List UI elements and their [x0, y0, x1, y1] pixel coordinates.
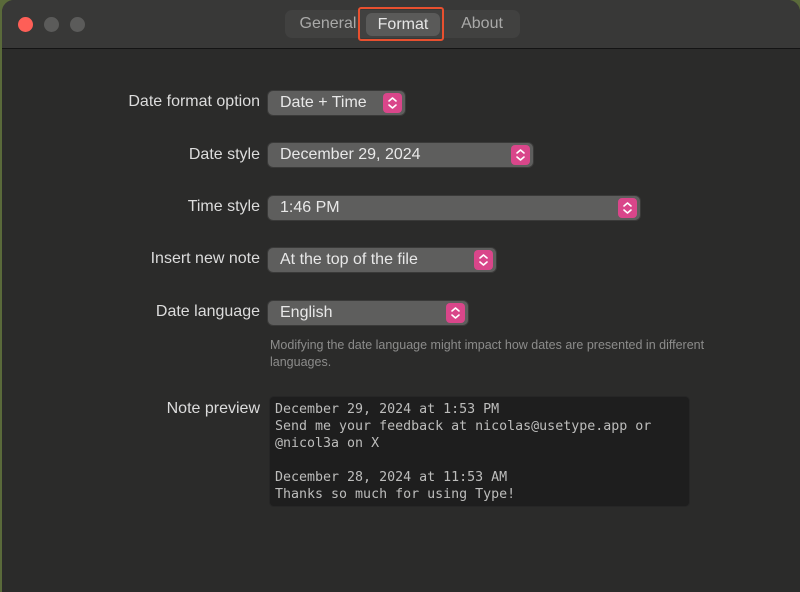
- up-down-chevron-icon: [474, 250, 493, 270]
- insert-new-note-value: At the top of the file: [280, 251, 418, 268]
- note-preview-text: December 29, 2024 at 1:53 PM Send me you…: [275, 402, 652, 502]
- time-style-value: 1:46 PM: [280, 199, 340, 216]
- date-format-option-select[interactable]: Date + Time: [268, 91, 405, 115]
- tab-general[interactable]: General: [291, 10, 365, 38]
- date-format-option-value: Date + Time: [280, 94, 367, 111]
- title-bar: General Format About: [2, 0, 800, 49]
- tab-about[interactable]: About: [445, 10, 519, 38]
- date-language-value: English: [280, 304, 333, 321]
- date-language-hint: Modifying the date language might impact…: [270, 338, 705, 369]
- insert-new-note-select[interactable]: At the top of the file: [268, 248, 496, 272]
- note-preview-label: Note preview: [166, 400, 260, 417]
- insert-new-note-label: Insert new note: [150, 250, 260, 267]
- up-down-chevron-icon: [618, 198, 637, 218]
- date-format-option-label: Date format option: [128, 93, 260, 110]
- date-language-select[interactable]: English: [268, 301, 468, 325]
- tab-format[interactable]: Format: [366, 13, 440, 36]
- time-style-label: Time style: [187, 198, 260, 215]
- date-style-label: Date style: [188, 146, 260, 163]
- close-window-button[interactable]: [18, 17, 33, 32]
- date-style-select[interactable]: December 29, 2024: [268, 143, 533, 167]
- up-down-chevron-icon: [446, 303, 465, 323]
- up-down-chevron-icon: [511, 145, 530, 165]
- note-preview-box: December 29, 2024 at 1:53 PM Send me you…: [270, 397, 689, 506]
- time-style-select[interactable]: 1:46 PM: [268, 196, 640, 220]
- tab-bar: General Format About: [285, 10, 520, 38]
- zoom-window-button[interactable]: [70, 17, 85, 32]
- up-down-chevron-icon: [383, 93, 402, 113]
- minimize-window-button[interactable]: [44, 17, 59, 32]
- date-language-label: Date language: [155, 303, 260, 320]
- date-style-value: December 29, 2024: [280, 146, 421, 163]
